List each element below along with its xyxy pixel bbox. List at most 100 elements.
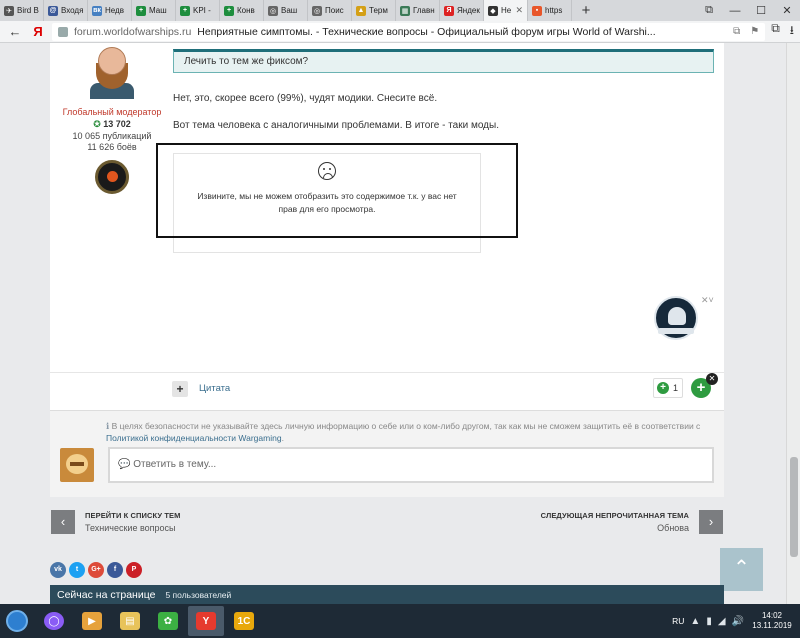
tab-label: Главн <box>413 6 435 15</box>
page-scrollbar[interactable] <box>786 43 800 604</box>
browser-tab[interactable]: ▲ Терм <box>352 0 396 21</box>
tab-label: Недв <box>105 6 124 15</box>
volume-icon[interactable]: 🔊 <box>732 616 744 627</box>
language-indicator[interactable]: RU <box>672 616 684 626</box>
tab-favicon-icon: ▪ <box>532 5 542 16</box>
post-author: Глобальный модератор ✪ 13 702 10 065 пуб… <box>56 43 168 194</box>
reply-area: ℹ В целях безопасности не указывайте зде… <box>50 410 724 497</box>
reply-input[interactable]: 💬 Ответить в тему... <box>108 447 714 483</box>
badge-band <box>658 328 694 334</box>
tab-favicon-icon: ▲ <box>356 5 366 16</box>
tab-label: Маш <box>149 6 167 15</box>
close-icon[interactable]: ✕ <box>706 373 718 385</box>
browser-tab[interactable]: ▦ Главн <box>396 0 440 21</box>
user-avatar <box>60 448 94 482</box>
browser-tab[interactable]: ◎ Поис <box>308 0 352 21</box>
window-switch-icon[interactable]: ⧉ <box>696 4 722 17</box>
tab-favicon-icon: ◎ <box>312 5 322 16</box>
taskbar-app[interactable]: ✿ <box>150 606 186 636</box>
media-player-icon: ▶ <box>82 612 102 630</box>
plus-reputation-icon: + <box>657 382 669 394</box>
downloads-icon[interactable]: ⭳ <box>790 21 794 42</box>
windows-taskbar: ◯ ▶ ▤ ✿ Y 1С RU ▲ ▮ ◢ 🔊 14:02 13.11.2019 <box>0 604 800 638</box>
topic-list-link[interactable]: ПЕРЕЙТИ К СПИСКУ ТЕМ <box>85 511 180 520</box>
bookmark-icon[interactable]: ⚑ <box>750 26 759 37</box>
scrollbar-thumb[interactable] <box>790 457 798 557</box>
reputation-count: 1 <box>673 383 679 393</box>
quote-button[interactable]: Цитата <box>199 383 230 394</box>
tab-favicon-icon: + <box>136 5 146 16</box>
browser-tab[interactable]: Я Яндек <box>440 0 484 21</box>
network-icon[interactable]: ◢ <box>718 616 726 627</box>
author-avatar[interactable] <box>84 43 140 99</box>
quote-box: Лечить то тем же фиксом? <box>173 49 714 73</box>
window-controls: ⧉ — ☐ ✕ <box>696 0 800 21</box>
vk-icon[interactable]: vk <box>50 562 66 578</box>
tab-favicon-icon: @ <box>48 5 58 16</box>
url-field[interactable]: forum.worldofwarships.ru Неприятные симп… <box>52 22 766 41</box>
google-plus-icon[interactable]: G+ <box>88 562 104 578</box>
tab-label: Поис <box>325 6 344 15</box>
reader-mode-icon[interactable]: ⧉ <box>733 26 740 37</box>
embed-message: Извините, мы не можем отобразить это сод… <box>197 191 457 214</box>
start-button[interactable] <box>0 605 34 637</box>
browser-tab[interactable]: + KPI - <box>176 0 220 21</box>
browser-tab[interactable]: + Маш <box>132 0 176 21</box>
multiquote-button[interactable]: + <box>172 381 188 397</box>
twitter-icon[interactable]: t <box>69 562 85 578</box>
tab-label: Не <box>501 6 512 15</box>
taskbar-app[interactable]: ▤ <box>112 606 148 636</box>
taskbar-app[interactable]: ◯ <box>36 606 72 636</box>
yandex-logo-icon[interactable]: Я <box>30 24 46 39</box>
pinterest-icon[interactable]: P <box>126 562 142 578</box>
social-share-bar: vk t G+ f P <box>50 562 142 578</box>
tab-favicon-icon: + <box>180 5 190 16</box>
browser-tab[interactable]: ◆ Не ✕ <box>484 0 528 21</box>
scroll-to-top-button[interactable]: ⌃ <box>720 548 763 591</box>
prev-topic-button[interactable]: ‹ <box>51 510 75 534</box>
browser-tab[interactable]: ◎ Ваш <box>264 0 308 21</box>
topic-navigation: ‹ ПЕРЕЙТИ К СПИСКУ ТЕМ Технические вопро… <box>50 507 724 539</box>
close-window-button[interactable]: ✕ <box>774 4 800 17</box>
browser-tab[interactable]: @ Входя <box>44 0 88 21</box>
browser-tab[interactable]: ✈ Bird B <box>0 0 44 21</box>
tab-label: KPI - <box>193 6 211 15</box>
facebook-icon[interactable]: f <box>107 562 123 578</box>
new-tab-button[interactable]: + <box>572 0 600 21</box>
browser-tab[interactable]: + Конв <box>220 0 264 21</box>
minimize-button[interactable]: — <box>722 5 748 17</box>
sad-face-icon <box>318 162 336 180</box>
back-button[interactable]: ← <box>6 24 24 39</box>
taskbar-app[interactable]: Y <box>188 606 224 636</box>
post-text-line-2: Вот тема человека с аналогичными проблем… <box>173 120 499 131</box>
next-unread-link[interactable]: СЛЕДУЮЩАЯ НЕПРОЧИТАННАЯ ТЕМА <box>541 511 689 520</box>
maximize-button[interactable]: ☐ <box>748 4 774 17</box>
battery-icon[interactable]: ▮ <box>706 616 712 627</box>
tab-favicon-icon: ▦ <box>400 5 410 16</box>
forum-section-link[interactable]: Технические вопросы <box>85 523 176 533</box>
taskbar-app[interactable]: 1С <box>226 606 262 636</box>
taskbar-app[interactable]: ▶ <box>74 606 110 636</box>
1c-icon: 1С <box>234 612 254 630</box>
collections-icon[interactable]: ⧉ <box>771 21 780 42</box>
reputation-counter[interactable]: + 1 <box>653 378 683 398</box>
online-title: Сейчас на странице <box>57 588 156 601</box>
reputation-icon: ✪ <box>93 119 101 129</box>
next-topic-button[interactable]: › <box>699 510 723 534</box>
address-bar: ← Я forum.worldofwarships.ru Неприятные … <box>0 21 800 43</box>
close-icon[interactable]: ✕˅ <box>701 295 714 306</box>
clock[interactable]: 14:02 13.11.2019 <box>750 611 794 631</box>
show-hidden-icons-icon[interactable]: ▲ <box>690 616 700 627</box>
close-tab-icon[interactable]: ✕ <box>515 5 523 16</box>
browser-tab[interactable]: ▪ https <box>528 0 572 21</box>
privacy-policy-link[interactable]: Политикой конфиденциальности Wargaming <box>106 433 282 443</box>
next-topic-link[interactable]: Обнова <box>657 523 689 533</box>
modstation-badge[interactable] <box>654 296 698 340</box>
clock-time: 14:02 <box>761 611 783 620</box>
browser-tab[interactable]: вк Недв <box>88 0 132 21</box>
author-battles: 11 626 боёв <box>87 142 137 152</box>
info-icon: ℹ <box>106 421 110 431</box>
privacy-notice: ℹ В целях безопасности не указывайте зде… <box>106 420 726 445</box>
tab-label: https <box>545 6 563 15</box>
privacy-notice-text: В целях безопасности не указывайте здесь… <box>111 421 701 431</box>
